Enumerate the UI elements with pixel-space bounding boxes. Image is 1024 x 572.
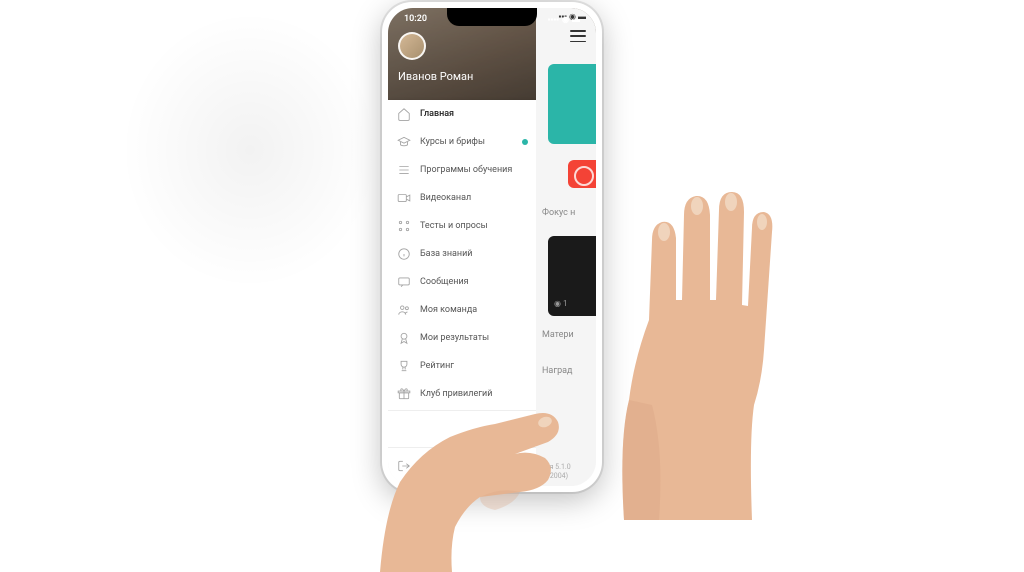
avatar[interactable] bbox=[398, 32, 426, 60]
user-name: Иванов Роман bbox=[398, 70, 473, 83]
sidebar-item-home[interactable]: Главная bbox=[388, 100, 536, 128]
sidebar-item-tests[interactable]: Тесты и опросы bbox=[388, 212, 536, 240]
message-icon bbox=[396, 274, 412, 290]
section-label-focus: Фокус н bbox=[542, 208, 575, 218]
featured-card-red[interactable] bbox=[568, 160, 596, 188]
status-time: 10:20 bbox=[404, 14, 427, 24]
section-label-awards: Наград bbox=[542, 366, 572, 376]
hand-right-illustration bbox=[604, 120, 784, 520]
featured-card-dark[interactable]: ◉ 1 bbox=[548, 236, 596, 316]
sidebar-item-knowledge[interactable]: База знаний bbox=[388, 240, 536, 268]
sidebar-item-label: Моя команда bbox=[420, 305, 477, 315]
video-icon bbox=[396, 190, 412, 206]
sidebar-item-label: Главная bbox=[420, 109, 454, 119]
list-icon bbox=[396, 162, 412, 178]
wifi-icon: ◉ bbox=[562, 15, 569, 24]
sidebar-item-team[interactable]: Моя команда bbox=[388, 296, 536, 324]
sidebar-item-programs[interactable]: Программы обучения bbox=[388, 156, 536, 184]
sidebar-item-video[interactable]: Видеоканал bbox=[388, 184, 536, 212]
notification-badge bbox=[522, 139, 528, 145]
background-shadow bbox=[120, 10, 380, 290]
home-icon bbox=[396, 106, 412, 122]
sidebar-item-label: Сообщения bbox=[420, 277, 469, 287]
badge-icon bbox=[396, 330, 412, 346]
users-icon bbox=[396, 302, 412, 318]
sidebar-item-label: Тесты и опросы bbox=[420, 221, 488, 231]
sidebar-item-label: Мои результаты bbox=[420, 333, 489, 343]
sidebar-item-label: Программы обучения bbox=[420, 165, 512, 175]
phone-notch bbox=[447, 8, 537, 26]
featured-card-teal[interactable] bbox=[548, 64, 596, 144]
sidebar-item-courses[interactable]: Курсы и брифы bbox=[388, 128, 536, 156]
graduation-icon bbox=[396, 134, 412, 150]
sidebar-item-label: Рейтинг bbox=[420, 361, 454, 371]
sidebar-item-label: Курсы и брифы bbox=[420, 137, 485, 147]
info-icon bbox=[396, 246, 412, 262]
sidebar-item-results[interactable]: Мои результаты bbox=[388, 324, 536, 352]
battery-icon: ▬ bbox=[572, 15, 580, 24]
hand-left-illustration bbox=[380, 392, 600, 572]
sidebar-item-rating[interactable]: Рейтинг bbox=[388, 352, 536, 380]
signal-icon: ▪▪▪▪ bbox=[548, 15, 559, 24]
hamburger-menu[interactable] bbox=[570, 30, 586, 42]
sidebar-item-messages[interactable]: Сообщения bbox=[388, 268, 536, 296]
eye-icon: ◉ 1 bbox=[554, 299, 567, 308]
sidebar-item-label: База знаний bbox=[420, 249, 473, 259]
grid-icon bbox=[396, 218, 412, 234]
section-label-materials: Матери bbox=[542, 330, 574, 340]
trophy-icon bbox=[396, 358, 412, 374]
sidebar-item-label: Видеоканал bbox=[420, 193, 471, 203]
